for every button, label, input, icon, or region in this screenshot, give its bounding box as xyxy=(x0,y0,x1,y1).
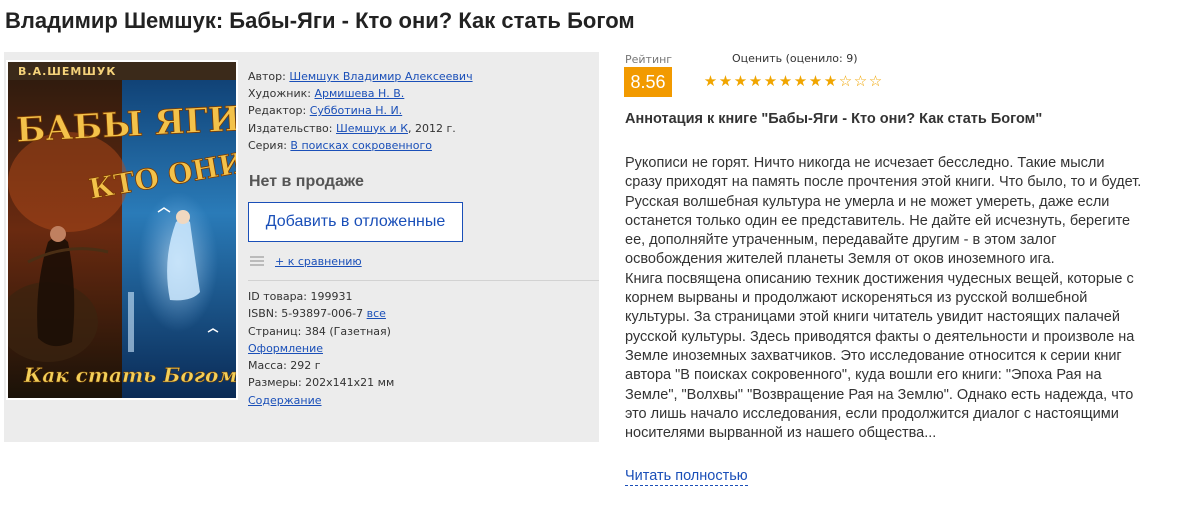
star-filled-icon[interactable]: ★ xyxy=(703,74,718,89)
artist-link[interactable]: Армишева Н. В. xyxy=(314,87,404,100)
editor-label: Редактор: xyxy=(248,104,307,118)
star-empty-icon[interactable]: ☆ xyxy=(838,74,853,89)
rating-badge: 8.56 xyxy=(624,67,672,97)
editor-row: Редактор: Субботина Н. И. xyxy=(248,102,473,119)
star-filled-icon[interactable]: ★ xyxy=(823,74,838,89)
publisher-label: Издательство: xyxy=(248,121,333,135)
size-label: Размеры: xyxy=(248,376,302,390)
pages-label: Страниц: xyxy=(248,324,302,338)
product-panel: В.А.ШЕМШУК БАБЫ ЯГИ - КТО ОНИ? Как стать… xyxy=(4,52,599,442)
mass-label: Масса: xyxy=(248,359,287,373)
annotation-title: Аннотация к книге "Бабы-Яги - Кто они? К… xyxy=(625,111,1043,127)
rating-label: Рейтинг xyxy=(625,53,673,66)
add-to-compare-link[interactable]: + к сравнению xyxy=(275,255,362,268)
star-rating-widget[interactable]: ★ ★ ★ ★ ★ ★ ★ ★ ★ ☆ ☆ ☆ xyxy=(703,74,883,89)
series-link[interactable]: В поисках сокровенного xyxy=(290,139,432,152)
star-empty-icon[interactable]: ☆ xyxy=(868,74,883,89)
star-filled-icon[interactable]: ★ xyxy=(748,74,763,89)
isbn-row: ISBN: 5-93897-006-7 все xyxy=(248,305,394,322)
star-filled-icon[interactable]: ★ xyxy=(763,74,778,89)
isbn-label: ISBN: xyxy=(248,307,278,321)
publisher-year: , 2012 г. xyxy=(408,121,456,135)
mass-value: 292 г xyxy=(290,359,321,373)
author-row: Автор: Шемшук Владимир Алексеевич xyxy=(248,68,473,85)
author-link[interactable]: Шемшук Владимир Алексеевич xyxy=(289,70,472,83)
author-label: Автор: xyxy=(248,70,286,83)
mass-row: Масса: 292 г xyxy=(248,357,394,374)
star-filled-icon[interactable]: ★ xyxy=(793,74,808,89)
size-row: Размеры: 202x141x21 мм xyxy=(248,374,394,391)
svg-text:Как стать Богом: Как стать Богом xyxy=(23,363,236,387)
id-value: 199931 xyxy=(310,290,353,303)
artist-row: Художник: Армишева Н. В. xyxy=(248,85,473,102)
pages-row: Страниц: 384 (Газетная) xyxy=(248,323,394,340)
artist-label: Художник: xyxy=(248,87,311,101)
book-cover-art: В.А.ШЕМШУК БАБЫ ЯГИ - КТО ОНИ? Как стать… xyxy=(8,62,236,398)
rate-count-label: Оценить (оценило: 9) xyxy=(732,52,858,65)
id-label: ID товара: xyxy=(248,290,308,303)
star-filled-icon[interactable]: ★ xyxy=(778,74,793,89)
design-link[interactable]: Оформление xyxy=(248,342,323,355)
contents-link[interactable]: Содержание xyxy=(248,394,322,407)
isbn-all-link[interactable]: все xyxy=(367,307,386,320)
star-empty-icon[interactable]: ☆ xyxy=(853,74,868,89)
page-title: Владимир Шемшук: Бабы-Яги - Кто они? Как… xyxy=(5,8,635,33)
series-row: Серия: В поисках сокровенного xyxy=(248,137,473,154)
id-row: ID товара: 199931 xyxy=(248,288,394,305)
pages-value: 384 (Газетная) xyxy=(304,324,391,338)
book-cover-image[interactable]: В.А.ШЕМШУК БАБЫ ЯГИ - КТО ОНИ? Как стать… xyxy=(6,60,238,400)
divider xyxy=(248,280,599,281)
read-more-link[interactable]: Читать полностью xyxy=(625,468,748,486)
publisher-link[interactable]: Шемшук и К xyxy=(336,122,408,135)
add-to-deferred-button[interactable]: Добавить в отложенные xyxy=(248,202,463,242)
design-row: Оформление xyxy=(248,340,394,357)
size-value: 202x141x21 мм xyxy=(305,376,395,390)
list-icon xyxy=(250,256,264,267)
annotation-text: Рукописи не горят. Ничто никогда не исче… xyxy=(625,154,1145,443)
star-filled-icon[interactable]: ★ xyxy=(718,74,733,89)
book-details: Автор: Шемшук Владимир Алексеевич Художн… xyxy=(248,68,473,154)
publisher-row: Издательство: Шемшук и К, 2012 г. xyxy=(248,120,473,137)
star-filled-icon[interactable]: ★ xyxy=(808,74,823,89)
availability-status: Нет в продаже xyxy=(249,173,364,190)
contents-row: Содержание xyxy=(248,392,394,409)
series-label: Серия: xyxy=(248,138,287,152)
editor-link[interactable]: Субботина Н. И. xyxy=(310,104,402,117)
isbn-value: 5-93897-006-7 xyxy=(281,307,364,321)
svg-text:В.А.ШЕМШУК: В.А.ШЕМШУК xyxy=(18,65,116,78)
annotation-paragraph: Рукописи не горят. Ничто никогда не исче… xyxy=(625,155,1142,268)
star-filled-icon[interactable]: ★ xyxy=(733,74,748,89)
annotation-paragraph: Книга посвящена описанию техник достижен… xyxy=(625,270,1135,442)
book-specs: ID товара: 199931 ISBN: 5-93897-006-7 вс… xyxy=(248,288,394,409)
compare-row[interactable]: + к сравнению xyxy=(250,255,362,268)
